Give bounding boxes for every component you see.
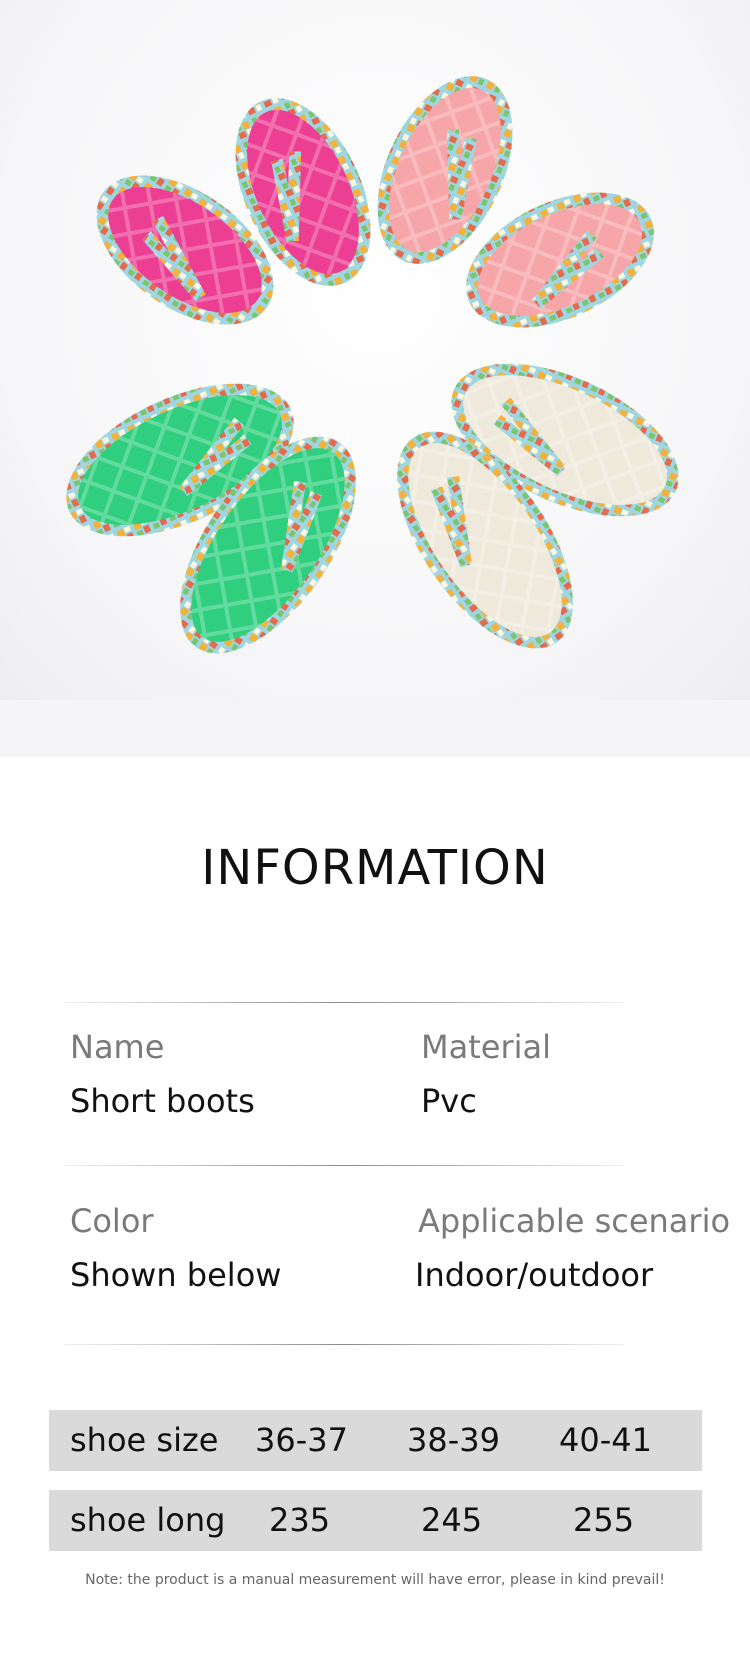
rose-sandal-pair [96,98,371,325]
divider [64,1344,624,1345]
color-label: Color [70,1202,154,1240]
size-cell: 245 [421,1501,483,1539]
cream-sandal-pair [397,363,679,649]
name-value: Short boots [70,1082,255,1120]
product-photo [0,0,750,757]
measurement-note: Note: the product is a manual measuremen… [85,1572,665,1588]
row-label: shoe size [70,1421,219,1459]
size-cell: 40-41 [559,1421,652,1459]
section-title: INFORMATION [201,840,549,896]
row-label: shoe long [70,1501,226,1539]
size-table-row: shoe long 235 245 255 [49,1490,702,1551]
size-cell: 235 [269,1501,331,1539]
name-label: Name [70,1028,165,1066]
flip-flop-sandals-illustration [66,76,679,654]
size-cell: 38-39 [407,1421,500,1459]
size-cell: 255 [573,1501,635,1539]
material-value: Pvc [421,1082,477,1120]
material-label: Material [421,1028,551,1066]
scenario-value: Indoor/outdoor [415,1256,654,1294]
pink-sandal-pair [377,76,654,328]
size-cell: 36-37 [255,1421,348,1459]
color-value: Shown below [70,1256,282,1294]
divider [64,1002,624,1003]
divider [64,1165,624,1166]
green-sandal-pair [66,383,356,654]
scenario-label: Applicable scenario [418,1202,731,1240]
size-table-row: shoe size 36-37 38-39 40-41 [49,1410,702,1471]
